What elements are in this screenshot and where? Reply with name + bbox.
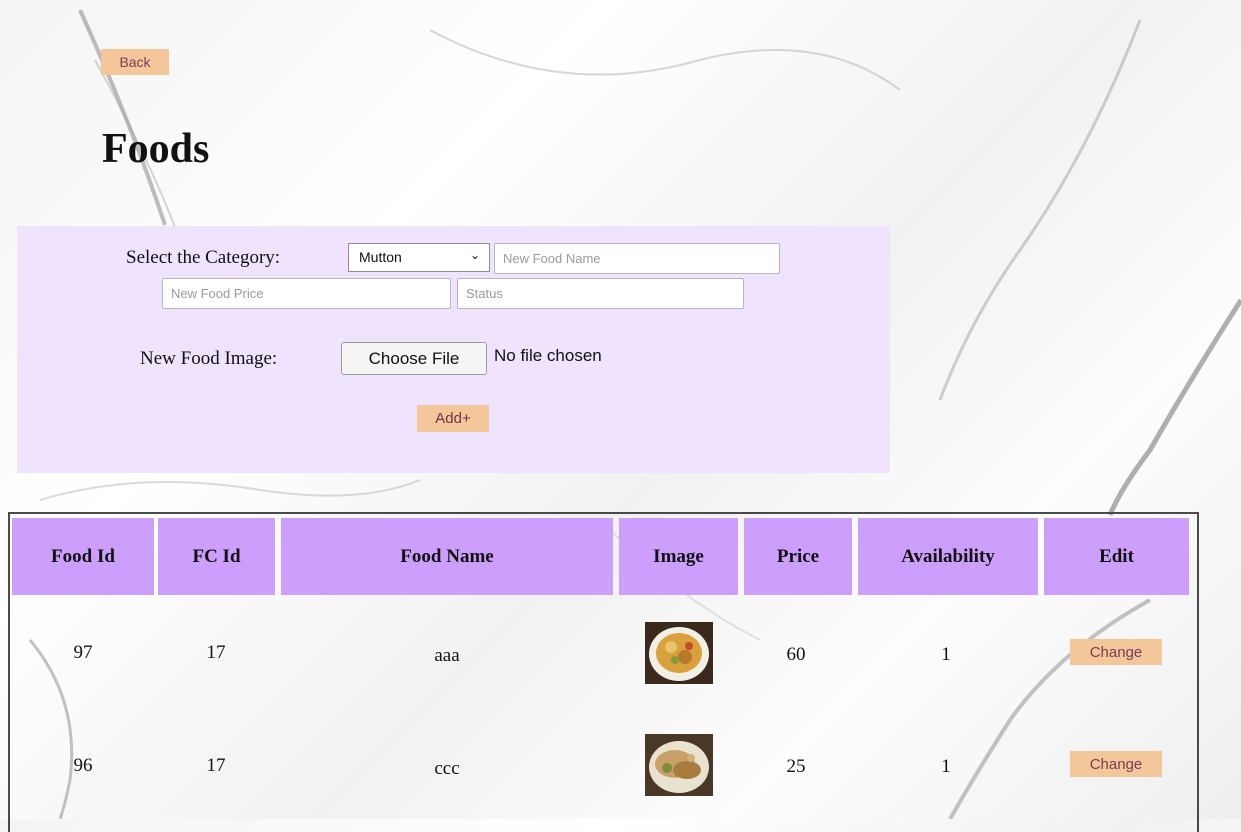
header-food-id: Food Id (12, 518, 154, 595)
food-name-input[interactable] (494, 243, 780, 274)
chevron-down-icon: ⌄ (469, 248, 480, 262)
choose-file-button[interactable]: Choose File (341, 342, 487, 375)
header-availability: Availability (858, 518, 1038, 595)
cell-fc-id: 17 (206, 642, 226, 663)
category-selected-value: Mutton (359, 249, 402, 265)
category-select[interactable]: Mutton ⌄ (348, 243, 490, 272)
food-image-label: New Food Image: (140, 348, 278, 369)
cell-food-name: ccc (434, 758, 460, 779)
back-button[interactable]: Back (101, 49, 169, 75)
file-status-text: No file chosen (494, 346, 602, 365)
food-image (645, 734, 713, 796)
cell-availability: 1 (941, 756, 951, 777)
header-food-name: Food Name (281, 518, 613, 595)
status-input[interactable] (457, 278, 744, 309)
change-button[interactable]: Change (1070, 639, 1162, 665)
change-button[interactable]: Change (1070, 751, 1162, 777)
page-title: Foods (102, 126, 210, 172)
cell-price: 60 (786, 644, 806, 665)
category-label: Select the Category: (126, 247, 281, 268)
header-price: Price (744, 518, 852, 595)
cell-price: 25 (786, 756, 806, 777)
header-image: Image (619, 518, 738, 595)
cell-availability: 1 (941, 644, 951, 665)
cell-food-id: 96 (73, 755, 93, 776)
cell-food-id: 97 (73, 642, 93, 663)
header-edit: Edit (1044, 518, 1189, 595)
cell-food-name: aaa (434, 645, 460, 666)
food-price-input[interactable] (162, 278, 451, 309)
cell-fc-id: 17 (206, 755, 226, 776)
add-food-button[interactable]: Add+ (417, 405, 489, 432)
food-image (645, 622, 713, 684)
header-fc-id: FC Id (158, 518, 275, 595)
